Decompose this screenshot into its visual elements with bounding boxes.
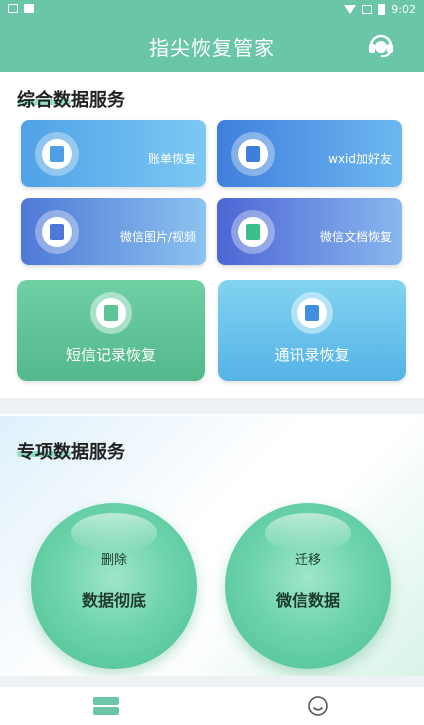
notification-icon <box>24 4 34 13</box>
card-label: 微信文档恢复 <box>319 230 392 244</box>
profile-icon[interactable] <box>307 695 329 717</box>
contacts-recovery-card[interactable]: 通讯录恢复 <box>218 280 406 381</box>
divider <box>0 676 424 686</box>
home-icon[interactable] <box>92 695 120 717</box>
wxid-add-friend-card[interactable]: wxid加好友 <box>217 120 402 187</box>
orb-action: 删除 <box>100 553 127 568</box>
card-label: 短信记录恢复 <box>65 346 156 364</box>
image-icon <box>50 224 64 240</box>
status-bar: 9:02 <box>0 0 424 20</box>
card-label: 账单恢复 <box>147 152 196 166</box>
battery-icon <box>378 4 386 15</box>
sms-recovery-card[interactable]: 短信记录恢复 <box>17 280 205 381</box>
headset-icon[interactable] <box>366 30 396 58</box>
card-label: 微信图片/视频 <box>119 230 196 244</box>
delete-data-button[interactable]: 删除 数据彻底 <box>31 503 197 669</box>
bottom-nav <box>0 686 424 725</box>
document-icon <box>246 224 260 240</box>
card-label: wxid加好友 <box>328 152 392 166</box>
app-header: 9:02 指尖恢复管家 <box>0 0 424 72</box>
migrate-wechat-button[interactable]: 迁移 微信数据 <box>225 503 391 669</box>
message-icon <box>104 305 118 321</box>
bill-recovery-card[interactable]: 账单恢复 <box>21 120 206 187</box>
card-label: 通讯录恢复 <box>274 346 350 364</box>
wechat-document-card[interactable]: 微信文档恢复 <box>217 198 402 265</box>
orb-title: 微信数据 <box>275 591 340 610</box>
signal-icon <box>362 5 373 14</box>
orb-action: 迁移 <box>294 553 321 568</box>
status-time: 9:02 <box>391 3 416 16</box>
special-section-title: 专项数据服务 <box>17 442 125 463</box>
mail-icon <box>8 4 18 13</box>
wifi-icon <box>344 5 357 14</box>
wechat-media-card[interactable]: 微信图片/视频 <box>21 198 206 265</box>
general-section-title: 综合数据服务 <box>17 90 125 111</box>
contact-book-icon <box>246 146 260 162</box>
clipboard-icon <box>50 146 64 162</box>
phone-book-icon <box>305 305 319 321</box>
page-title: 指尖恢复管家 <box>149 36 275 60</box>
divider <box>0 398 424 414</box>
orb-title: 数据彻底 <box>81 591 146 610</box>
